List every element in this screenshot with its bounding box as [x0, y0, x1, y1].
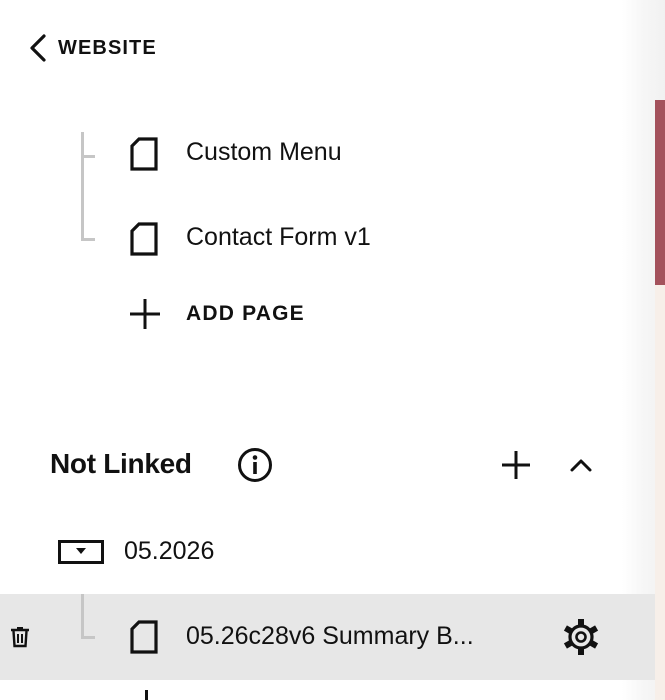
next-row-marker	[145, 690, 148, 700]
chevron-left-icon	[28, 34, 48, 62]
add-page-button[interactable]: ADD PAGE	[128, 298, 305, 330]
page-row-contact-form[interactable]: Contact Form v1	[120, 215, 600, 263]
info-icon[interactable]	[237, 447, 273, 483]
page-label: Contact Form v1	[186, 223, 371, 251]
chevron-up-icon[interactable]	[569, 457, 593, 473]
page-icon	[130, 137, 158, 171]
not-linked-heading: Not Linked	[50, 448, 192, 479]
folder-row[interactable]: 05.2026	[50, 530, 610, 574]
plus-icon	[130, 299, 160, 329]
unlinked-page-label: 05.26c28v6 Summary B...	[186, 622, 474, 650]
tree-connector-tick	[81, 155, 95, 158]
gear-icon[interactable]	[562, 618, 600, 656]
page-row-custom-menu[interactable]: Custom Menu	[120, 130, 600, 178]
tree-connector-tick	[81, 636, 95, 639]
folder-dropdown-icon	[58, 540, 104, 564]
unlinked-page-row-selected[interactable]: 05.26c28v6 Summary B...	[0, 594, 655, 680]
add-page-label: ADD PAGE	[186, 302, 305, 325]
page-label: Custom Menu	[186, 138, 342, 166]
tree-connector	[81, 132, 84, 240]
back-link-label: WEBSITE	[58, 36, 157, 59]
tree-connector-tick	[81, 238, 95, 241]
back-to-website-link[interactable]: WEBSITE	[28, 34, 157, 62]
tree-connector	[81, 594, 84, 638]
pages-panel: WEBSITE Custom Menu Contact Form v1 ADD …	[0, 0, 665, 700]
page-icon	[130, 620, 158, 654]
plus-icon[interactable]	[500, 449, 532, 481]
preview-accent-bar	[655, 100, 665, 285]
page-icon	[130, 222, 158, 256]
trash-icon[interactable]	[10, 626, 30, 648]
folder-label: 05.2026	[124, 537, 215, 565]
